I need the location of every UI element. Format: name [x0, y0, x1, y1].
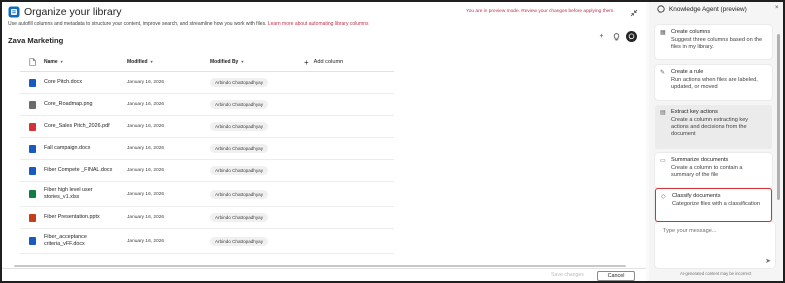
- send-icon[interactable]: ➤: [765, 257, 771, 265]
- powerpoint-icon: [29, 213, 36, 222]
- pdf-icon: [29, 122, 36, 131]
- word-icon: [29, 166, 36, 175]
- columns-icon: ▦: [660, 30, 666, 36]
- column-header-modified[interactable]: Modified ▾: [127, 59, 210, 65]
- file-name-link[interactable]: Core_Roadmap.png: [44, 101, 127, 108]
- modified-date: January 16, 2026: [127, 146, 165, 151]
- table-row[interactable]: Core_Roadmap.png January 16, 2026 Arbindo …: [20, 94, 394, 116]
- file-name-link[interactable]: Fall campaign.docx: [44, 145, 127, 152]
- toolbar: +: [596, 31, 637, 42]
- grid-header: Name ▾ Modified ▾ Modified By ▾ + Add column: [20, 52, 394, 72]
- knowledge-agent-pane: Knowledge Agent (preview) × ▦ Create col…: [649, 2, 783, 281]
- column-header-modified-by[interactable]: Modified By ▾: [210, 59, 300, 65]
- library-app-icon: [8, 6, 20, 18]
- file-name-link[interactable]: Core Pitch.docx: [44, 79, 127, 86]
- table-row[interactable]: Core Pitch.docx January 16, 2026 Arbindo C…: [20, 72, 394, 94]
- modified-date: January 16, 2026: [127, 80, 165, 85]
- word-icon: [29, 237, 36, 245]
- lightbulb-icon[interactable]: [611, 31, 622, 42]
- modified-by-person[interactable]: Arbindo Chattopadhyay: [210, 166, 269, 175]
- grid-rows: Core Pitch.docx January 16, 2026 Arbindo C…: [20, 72, 394, 254]
- ai-disclaimer: AI-generated content may be incorrect: [680, 271, 752, 276]
- chevron-down-icon: ▾: [241, 58, 244, 64]
- agent-chat-icon[interactable]: [626, 31, 637, 42]
- message-input[interactable]: Type your message... ➤: [655, 222, 775, 268]
- footer: Save changes Cancel: [2, 268, 646, 281]
- page-subtitle: Use autofill columns and metadata to str…: [8, 21, 369, 27]
- scrollbar-thumb[interactable]: [777, 34, 780, 200]
- modified-by-person[interactable]: Arbindo Chattopadhyay: [210, 144, 269, 153]
- collapse-icon[interactable]: [630, 9, 638, 17]
- image-icon: [29, 100, 36, 109]
- modified-date: January 16, 2026: [127, 102, 165, 107]
- suggestion-card-classify-documents[interactable]: ◇ Classify documents Categorize files wi…: [655, 188, 772, 222]
- modified-date: January 16, 2026: [127, 168, 165, 173]
- excel-icon: [29, 190, 36, 198]
- header: Organize your library: [8, 5, 121, 19]
- table-row[interactable]: Fiber high level user stories_v1.xlsx Jan…: [20, 182, 394, 207]
- save-changes-button[interactable]: Save changes: [551, 272, 584, 278]
- file-name-link[interactable]: Fiber Presentation.pptx: [44, 214, 127, 221]
- file-name-link[interactable]: Fiber_acceptance criteria_vFF.docx: [44, 234, 127, 248]
- table-row[interactable]: Core_Sales Pitch_2026.pdf January 16, 202…: [20, 116, 394, 138]
- preview-notice: You are in preview mode. Review your cha…: [466, 9, 615, 14]
- summary-icon: ▭: [660, 158, 666, 164]
- table-row[interactable]: Fall campaign.docx January 16, 2026 Arbind…: [20, 138, 394, 160]
- word-icon: [29, 78, 36, 87]
- rule-icon: ✎: [660, 70, 666, 76]
- modified-date: January 16, 2026: [127, 191, 165, 197]
- suggestion-card-create-columns[interactable]: ▦ Create columns Suggest three columns b…: [655, 25, 772, 59]
- suggestion-card-extract-key-actions[interactable]: ▤ Extract key actions Create a column ex…: [655, 105, 772, 149]
- modified-by-person[interactable]: Arbindo Chattopadhyay: [210, 122, 269, 131]
- file-name-link[interactable]: Fiber Compete _FINAL.docx: [44, 167, 127, 174]
- file-type-icon[interactable]: [29, 57, 36, 66]
- modified-by-person[interactable]: Arbindo Chattopadhyay: [210, 100, 269, 109]
- page-title: Organize your library: [24, 6, 122, 18]
- cancel-button[interactable]: Cancel: [597, 271, 635, 281]
- suggestion-card-summarize-documents[interactable]: ▭ Summarize documents Create a column to…: [655, 153, 772, 188]
- chevron-down-icon: ▾: [150, 58, 153, 64]
- table-row[interactable]: Fiber Presentation.pptx January 16, 2026 A…: [20, 207, 394, 229]
- modified-date: January 16, 2026: [127, 215, 165, 220]
- modified-date: January 16, 2026: [127, 238, 165, 244]
- modified-by-person[interactable]: Arbindo Chattopadhyay: [210, 236, 269, 246]
- tag-icon: ◇: [661, 194, 666, 200]
- main-panel: Organize your library Use autofill colum…: [2, 2, 646, 281]
- modified-by-person[interactable]: Arbindo Chattopadhyay: [210, 78, 269, 87]
- agent-pane-header: Knowledge Agent (preview): [657, 5, 747, 13]
- file-name-link[interactable]: Core_Sales Pitch_2026.pdf: [44, 123, 127, 130]
- add-icon[interactable]: +: [596, 31, 607, 42]
- library-name: Zava Marketing: [8, 36, 64, 45]
- column-header-name[interactable]: Name ▾: [44, 58, 127, 66]
- scrollbar-thumb[interactable]: [14, 265, 626, 267]
- add-column-button[interactable]: + Add column: [304, 52, 343, 72]
- agent-pane-scrollbar[interactable]: [777, 24, 780, 214]
- suggestion-card-create-rule[interactable]: ✎ Create a rule Run actions when files a…: [655, 65, 772, 100]
- table-row[interactable]: Fiber_acceptance criteria_vFF.docx Januar…: [20, 229, 394, 254]
- modified-date: January 16, 2026: [127, 124, 165, 129]
- word-icon: [29, 144, 36, 153]
- modified-by-person[interactable]: Arbindo Chattopadhyay: [210, 189, 269, 199]
- table-row[interactable]: Fiber Compete _FINAL.docx January 16, 202…: [20, 160, 394, 182]
- learn-more-link[interactable]: Learn more about automating library colu…: [268, 21, 369, 27]
- chevron-down-icon: ▾: [60, 58, 63, 64]
- file-name-link[interactable]: Fiber high level user stories_v1.xlsx: [44, 187, 127, 201]
- modified-by-person[interactable]: Arbindo Chattopadhyay: [210, 213, 269, 222]
- plus-icon: +: [304, 57, 309, 67]
- close-icon[interactable]: ×: [775, 5, 779, 11]
- extract-icon: ▤: [660, 110, 666, 116]
- agent-icon: [657, 5, 665, 13]
- library-grid: Name ▾ Modified ▾ Modified By ▾ + Add column…: [20, 52, 394, 254]
